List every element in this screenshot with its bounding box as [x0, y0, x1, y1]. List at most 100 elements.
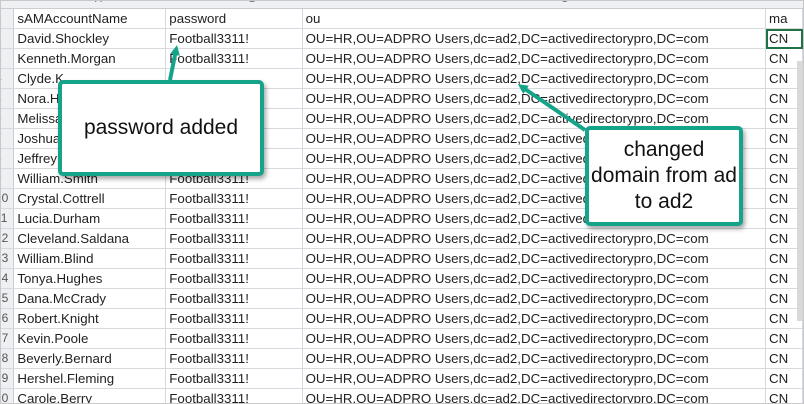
cell[interactable]: OU=HR,OU=ADPRO Users,dc=ad2,DC=activedir… [302, 28, 767, 49]
column-letter[interactable]: C [561, 1, 568, 5]
column-letter-header: ABCD [1, 1, 803, 9]
cell[interactable]: CN [765, 368, 803, 389]
row-number[interactable]: 15 [1, 288, 15, 309]
cell[interactable]: Kenneth.Morgan [13, 48, 167, 69]
row-number-label: 17 [1, 331, 9, 345]
row-number-label: 10 [1, 191, 9, 205]
cell[interactable]: Crystal.Cottrell [13, 188, 167, 209]
table-row: 3 Kenneth.MorganFootball3311!OU=HR,OU=ADP… [1, 48, 803, 69]
table-row: 15 Dana.McCradyFootball3311!OU=HR,OU=ADPR… [1, 288, 803, 309]
cell[interactable]: OU=HR,OU=ADPRO Users,dc=ad2,DC=activedir… [302, 348, 767, 369]
cell[interactable]: Football3311! [165, 368, 303, 389]
cell[interactable]: CN [765, 328, 803, 349]
cell[interactable]: OU=HR,OU=ADPRO Users,dc=ad2,DC=activedir… [302, 268, 767, 289]
table-row: 19 Hershel.FlemingFootball3311!OU=HR,OU=A… [1, 368, 803, 389]
vertical-scrollbar[interactable] [797, 61, 803, 321]
table-row: 20 Carole.BerryFootball3311!OU=HR,OU=ADPR… [1, 388, 803, 404]
cell[interactable]: CN [765, 388, 803, 403]
cell[interactable]: Football3311! [165, 188, 303, 209]
row-number[interactable]: 12 [1, 228, 15, 249]
cell[interactable]: OU=HR,OU=ADPRO Users,dc=ad2,DC=activedir… [302, 388, 767, 403]
header-cell[interactable]: ou [302, 9, 767, 29]
row-number[interactable]: 19 [1, 368, 15, 389]
row-number[interactable]: 16 [1, 308, 15, 329]
column-letter[interactable]: B [249, 1, 256, 5]
cell[interactable]: Football3311! [165, 388, 303, 403]
cell[interactable]: Football3311! [165, 268, 303, 289]
header-cell[interactable]: password [165, 9, 303, 29]
cell[interactable]: Football3311! [165, 28, 303, 49]
cell[interactable]: OU=HR,OU=ADPRO Users,dc=ad2,DC=activedir… [302, 88, 767, 109]
row-number[interactable]: 10 [1, 188, 15, 209]
cell[interactable]: Dana.McCrady [13, 288, 167, 309]
row-number-label: 1 [1, 9, 2, 28]
row-number[interactable]: 6 [1, 108, 15, 129]
cell[interactable]: OU=HR,OU=ADPRO Users,dc=ad2,DC=activedir… [302, 308, 767, 329]
row-number-label: 19 [1, 371, 9, 385]
cell[interactable]: Football3311! [165, 348, 303, 369]
row-number-label: 2 [1, 29, 2, 48]
row-number[interactable]: 8 [1, 148, 15, 169]
cell[interactable]: Football3311! [165, 288, 303, 309]
row-number-label: 15 [1, 291, 9, 305]
row-number[interactable]: 5 [1, 88, 15, 109]
row-number-label: 12 [1, 231, 9, 245]
cell[interactable]: Hershel.Fleming [13, 368, 167, 389]
row-number[interactable]: 2 [1, 28, 15, 49]
row-number[interactable]: 7 [1, 128, 15, 149]
row-number[interactable]: 20 [1, 388, 15, 404]
row-number-label: 8 [1, 149, 2, 168]
header-row: 1 sAMAccountNamepasswordouma [1, 9, 803, 29]
cell[interactable]: Football3311! [165, 248, 303, 269]
cell[interactable]: Beverly.Bernard [13, 348, 167, 369]
cell[interactable]: OU=HR,OU=ADPRO Users,dc=ad2,DC=activedir… [302, 368, 767, 389]
row-number[interactable]: 14 [1, 268, 15, 289]
row-number-label: 16 [1, 311, 9, 325]
cell[interactable]: William.Blind [13, 248, 167, 269]
row-number-label: 6 [1, 109, 2, 128]
cell[interactable]: Football3311! [165, 48, 303, 69]
header-cell[interactable]: sAMAccountName [13, 9, 167, 29]
cell[interactable]: OU=HR,OU=ADPRO Users,dc=ad2,DC=activedir… [302, 248, 767, 269]
cell[interactable]: Football3311! [165, 208, 303, 229]
cell[interactable]: Tonya.Hughes [13, 268, 167, 289]
row-number[interactable]: 4 [1, 68, 15, 89]
cell[interactable]: Football3311! [165, 328, 303, 349]
row-number[interactable]: 3 [1, 48, 15, 69]
cell[interactable]: Robert.Knight [13, 308, 167, 329]
cell[interactable]: Football3311! [165, 308, 303, 329]
cell[interactable]: Cleveland.Saldana [13, 228, 167, 249]
header-cell[interactable]: ma [765, 9, 803, 29]
cell[interactable]: CN [765, 348, 803, 369]
changed-domain-callout: changed domain from ad to ad2 [585, 126, 743, 226]
row-number[interactable]: 1 [1, 9, 15, 29]
row-number-label: 20 [1, 391, 9, 404]
row-number[interactable]: 9 [1, 168, 15, 189]
row-number[interactable]: 13 [1, 248, 15, 269]
table-row: 12 Cleveland.SaldanaFootball3311!OU=HR,OU… [1, 228, 803, 249]
row-number-label: 3 [1, 49, 2, 68]
column-letter[interactable]: A [95, 1, 102, 5]
cell[interactable]: Kevin.Poole [13, 328, 167, 349]
cell[interactable]: Football3311! [165, 228, 303, 249]
password-added-callout: password added [58, 80, 264, 176]
row-number[interactable]: 17 [1, 328, 15, 349]
cell[interactable]: Carole.Berry [13, 388, 167, 403]
cell[interactable]: Lucia.Durham [13, 208, 167, 229]
cell[interactable]: OU=HR,OU=ADPRO Users,dc=ad2,DC=activedir… [302, 328, 767, 349]
row-number[interactable]: 11 [1, 208, 15, 229]
cell[interactable]: CN [765, 28, 803, 49]
table-row: 2 David.ShockleyFootball3311!OU=HR,OU=ADP… [1, 28, 803, 49]
row-number-label: 18 [1, 351, 9, 365]
row-number-label: 13 [1, 251, 9, 265]
row-number-label: 4 [1, 69, 2, 88]
table-row: 14 Tonya.HughesFootball3311!OU=HR,OU=ADPR… [1, 268, 803, 289]
cell[interactable]: OU=HR,OU=ADPRO Users,dc=ad2,DC=activedir… [302, 68, 767, 89]
row-number[interactable]: 18 [1, 348, 15, 369]
cell[interactable]: David.Shockley [13, 28, 167, 49]
table-row: 18 Beverly.BernardFootball3311!OU=HR,OU=A… [1, 348, 803, 369]
row-number-label: 14 [1, 271, 9, 285]
cell[interactable]: OU=HR,OU=ADPRO Users,dc=ad2,DC=activedir… [302, 288, 767, 309]
cell[interactable]: OU=HR,OU=ADPRO Users,dc=ad2,DC=activedir… [302, 48, 767, 69]
cell[interactable]: OU=HR,OU=ADPRO Users,dc=ad2,DC=activedir… [302, 228, 767, 249]
